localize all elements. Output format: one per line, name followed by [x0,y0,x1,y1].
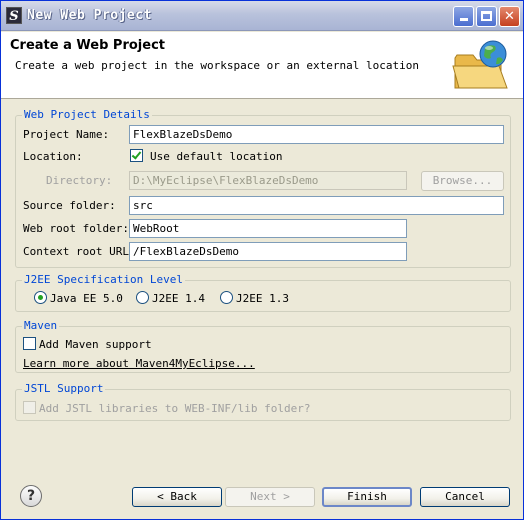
web-root-folder-label: Web root folder: [23,222,129,235]
minimize-icon [459,18,468,21]
radio-javaee5-label: Java EE 5.0 [50,292,123,305]
context-root-url-label: Context root URL: [23,245,136,258]
cancel-button[interactable]: Cancel [420,487,510,507]
minimize-button[interactable] [453,6,474,27]
check-icon [131,149,142,160]
close-button[interactable]: ✕ [499,6,520,27]
radio-javaee5[interactable] [34,291,47,304]
finish-button[interactable]: Finish [322,487,412,507]
wizard-banner: Create a Web Project Create a web projec… [1,32,523,99]
banner-title: Create a Web Project [10,38,165,53]
learn-more-maven-link[interactable]: Learn more about Maven4MyEclipse... [23,357,255,370]
add-maven-support-checkbox[interactable] [23,337,36,350]
directory-label: Directory: [46,174,113,187]
radio-j2ee13-label: J2EE 1.3 [236,292,289,305]
group-legend: Web Project Details [22,108,152,121]
source-folder-label: Source folder: [23,199,116,212]
banner-description: Create a web project in the workspace or… [15,59,419,72]
web-root-folder-input[interactable]: WebRoot [129,219,407,238]
use-default-location-checkbox[interactable] [130,149,143,162]
source-folder-input[interactable]: src [129,196,504,215]
project-name-input[interactable]: FlexBlazeDsDemo [129,125,504,144]
location-label: Location: [23,150,83,163]
radio-j2ee13[interactable] [220,291,233,304]
next-button[interactable]: Next > [225,487,315,507]
title-bar[interactable]: S New Web Project ✕ [1,1,523,31]
maximize-button[interactable] [476,6,497,27]
browse-button[interactable]: Browse... [421,171,504,191]
maximize-icon [481,11,492,21]
group-legend: J2EE Specification Level [22,273,185,286]
new-web-project-dialog: S New Web Project ✕ Create a Web Project… [0,0,524,520]
context-root-url-input[interactable]: /FlexBlazeDsDemo [129,242,407,261]
folder-globe-icon [452,40,508,89]
radio-selected-dot [38,295,43,300]
group-legend: JSTL Support [22,382,106,395]
radio-j2ee14-label: J2EE 1.4 [152,292,205,305]
add-maven-support-label: Add Maven support [39,338,152,351]
window-title: New Web Project [27,8,152,23]
project-name-label: Project Name: [23,128,110,141]
directory-input[interactable]: D:\MyEclipse\FlexBlazeDsDemo [129,171,407,190]
add-jstl-checkbox[interactable] [23,401,36,414]
close-icon: ✕ [504,9,515,24]
help-icon[interactable]: ? [20,485,42,507]
back-button[interactable]: < Back [132,487,222,507]
add-jstl-label: Add JSTL libraries to WEB-INF/lib folder… [39,402,311,415]
use-default-location-label: Use default location [150,150,283,163]
radio-j2ee14[interactable] [136,291,149,304]
app-icon: S [6,7,22,24]
group-legend: Maven [22,319,60,332]
